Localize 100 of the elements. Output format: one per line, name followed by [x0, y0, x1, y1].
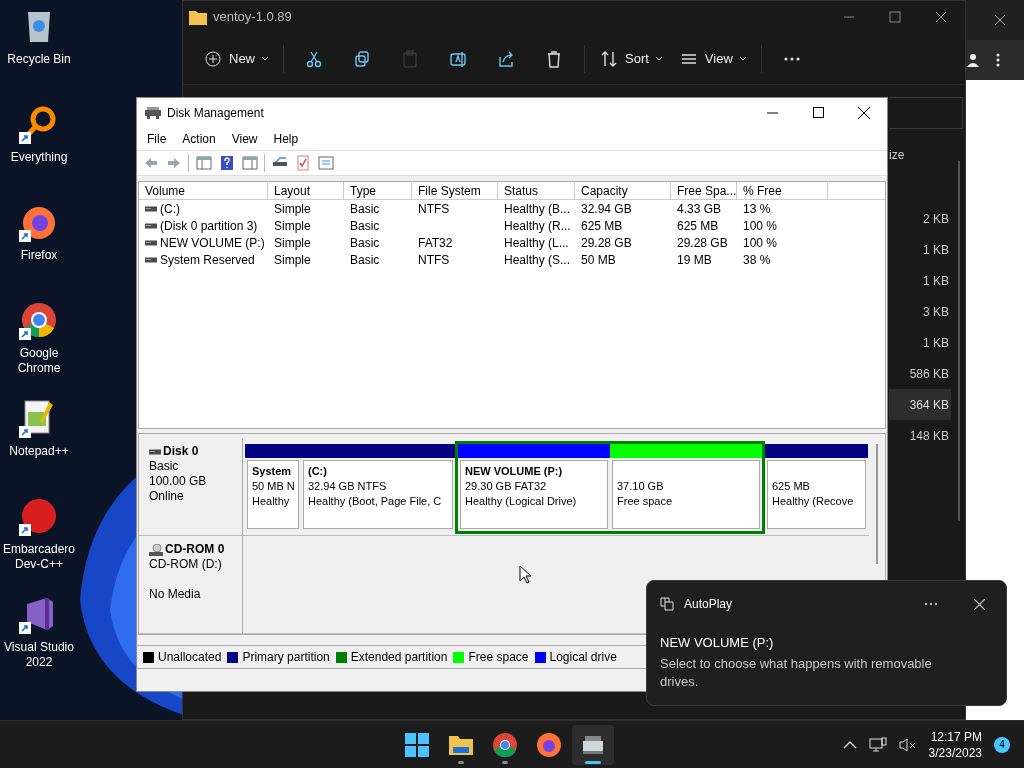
- notification-card[interactable]: AutoPlay NEW VOLUME (P:) Select to choose what happens with removable drives.: [646, 580, 1007, 706]
- column-header[interactable]: Free Spa...: [671, 182, 737, 199]
- column-header[interactable]: % Free: [737, 182, 828, 199]
- table-cell-text: 38 %: [743, 251, 771, 269]
- volume-icon: [145, 256, 157, 263]
- table-cell-text: (C:): [160, 200, 180, 218]
- partition-status: Healthy (Logical Drive): [465, 494, 578, 509]
- window-title: Disk Management: [167, 104, 264, 122]
- table-cell-text: Basic: [350, 217, 380, 235]
- partition-size: 29.30 GB FAT32: [465, 479, 548, 494]
- close-icon: [935, 11, 947, 23]
- table-cell-text: NTFS: [418, 251, 450, 269]
- file-size[interactable]: 2 KB: [889, 203, 951, 234]
- disk-info: No Media: [149, 587, 202, 602]
- partition-box[interactable]: 625 MB Healthy (Recove: [767, 460, 866, 529]
- column-header[interactable]: Capacity: [575, 182, 671, 199]
- desktop-icon-label[interactable]: Embarcadero Dev-C++: [0, 542, 78, 572]
- maximize-icon: [812, 107, 824, 118]
- table-cell-text: Basic: [350, 234, 380, 252]
- chrome-icon: [19, 300, 59, 340]
- cursor-icon: [519, 565, 531, 584]
- legend-label: Extended partition: [350, 649, 448, 666]
- folder-icon: [189, 9, 207, 25]
- desktop-icon-label[interactable]: Recycle Bin: [7, 52, 71, 67]
- close-icon: [994, 14, 1006, 26]
- muted-speaker-icon[interactable]: [898, 736, 917, 753]
- shortcut-arrow-icon: [19, 328, 31, 340]
- window-title: ventoy-1.0.89: [213, 8, 292, 27]
- partition-status: Healthy (Boot, Page File, C: [308, 494, 443, 509]
- menu-item[interactable]: Action: [174, 129, 224, 148]
- partition-status: Free space: [617, 494, 674, 509]
- partition-box[interactable]: 37.10 GB Free space: [612, 460, 760, 529]
- column-header[interactable]: Status: [498, 182, 575, 199]
- shortcut-arrow-icon: [19, 230, 31, 242]
- chevron-down-icon: [738, 55, 747, 62]
- file-size[interactable]: 586 KB: [889, 358, 951, 389]
- chevron-down-icon: [654, 55, 663, 62]
- chevron-down-icon: [261, 55, 269, 62]
- disk-name: Disk 0: [163, 444, 199, 459]
- disk-info: Online: [149, 489, 185, 504]
- column-header[interactable]: Layout: [268, 182, 344, 199]
- desktop-icon-label[interactable]: Visual Studio 2022: [0, 640, 78, 670]
- column-header[interactable]: ize: [889, 146, 905, 164]
- table-cell-text: 29.28 GB: [677, 234, 728, 252]
- partition-box[interactable]: (C:) 32.94 GB NTFS Healthy (Boot, Page File, C: [303, 460, 453, 529]
- file-size[interactable]: 364 KB: [889, 389, 951, 420]
- desktop-icon-label[interactable]: Google Chrome: [0, 346, 78, 376]
- desktop-icon-label[interactable]: Everything: [10, 150, 68, 165]
- close-icon: [858, 106, 870, 119]
- column-header[interactable]: Volume: [139, 182, 268, 199]
- column-header[interactable]: Type: [344, 182, 412, 199]
- table-cell-text: Simple: [274, 200, 311, 218]
- table-cell-text: Healthy (B...: [504, 200, 571, 218]
- file-size[interactable]: 148 KB: [889, 420, 951, 451]
- table-cell-text: 29.28 GB: [581, 234, 632, 252]
- more-icon[interactable]: [924, 602, 938, 606]
- table-cell-text: FAT32: [418, 234, 453, 252]
- menu-item[interactable]: Help: [265, 129, 307, 148]
- menu-item[interactable]: File: [139, 129, 175, 148]
- legend-label: Free space: [468, 649, 529, 666]
- sort-button[interactable]: Sort: [591, 41, 671, 76]
- file-size[interactable]: 1 KB: [889, 234, 951, 265]
- notification-body: Select to choose what happens with removable drives.: [660, 654, 933, 691]
- partition-box[interactable]: System 50 MB N Healthy: [247, 460, 299, 529]
- table-cell-text: 4.33 GB: [677, 200, 722, 218]
- close-icon[interactable]: [974, 598, 985, 610]
- table-cell-text: Basic: [350, 251, 380, 269]
- table-cell-text: 625 MB: [581, 217, 623, 235]
- table-cell-text: 100 %: [743, 234, 778, 252]
- file-size[interactable]: 1 KB: [889, 265, 951, 296]
- table-cell-text: (Disk 0 partition 3): [160, 217, 258, 235]
- partition-name: (C:): [308, 464, 328, 479]
- drive-icon: [149, 448, 161, 455]
- clock-time: 12:17 PM: [930, 728, 982, 745]
- desktop-icon-label[interactable]: Notepad++: [9, 444, 69, 459]
- table-cell-text: Healthy (S...: [504, 251, 571, 269]
- menu-item[interactable]: View: [223, 129, 266, 148]
- profile-icon[interactable]: [966, 53, 980, 67]
- clock[interactable]: 12:17 PM 3/23/2023: [928, 728, 982, 761]
- volume-icon: [145, 239, 157, 246]
- table-cell-text: Healthy (L...: [504, 234, 569, 252]
- network-icon[interactable]: [868, 736, 887, 753]
- volume-icon: [145, 222, 157, 229]
- disk-drive-icon[interactable]: [572, 724, 614, 765]
- desktop-icon-label[interactable]: Firefox: [20, 248, 58, 263]
- chevron-up-icon[interactable]: [842, 740, 857, 749]
- file-size[interactable]: 3 KB: [889, 296, 951, 327]
- notification-count[interactable]: 4: [994, 736, 1010, 753]
- column-header[interactable]: File System: [412, 182, 498, 199]
- table-cell-text: Simple: [274, 234, 311, 252]
- partition-box[interactable]: NEW VOLUME (P:) 29.30 GB FAT32 Healthy (Logical Drive): [460, 460, 608, 529]
- disk-management-icon: [145, 105, 161, 120]
- view-button[interactable]: View: [670, 41, 755, 76]
- table-cell-text: 19 MB: [677, 251, 712, 269]
- partition-status: Healthy (Recove: [772, 494, 855, 509]
- kebab-menu-icon[interactable]: [996, 53, 1000, 67]
- shortcut-arrow-icon: [19, 426, 31, 438]
- file-size[interactable]: 1 KB: [889, 327, 951, 358]
- new-button[interactable]: New: [195, 41, 277, 76]
- table-cell-text: 100 %: [743, 217, 778, 235]
